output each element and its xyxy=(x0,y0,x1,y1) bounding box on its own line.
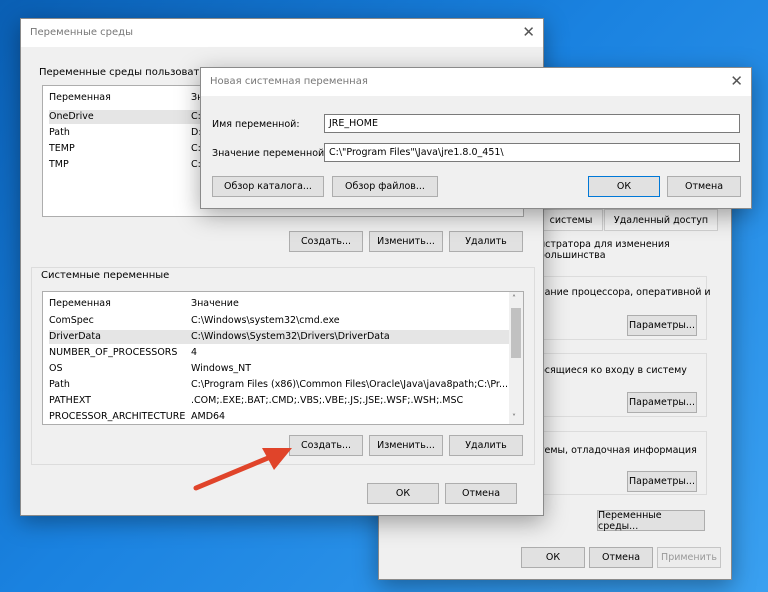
annotation-arrow-icon xyxy=(193,448,292,491)
